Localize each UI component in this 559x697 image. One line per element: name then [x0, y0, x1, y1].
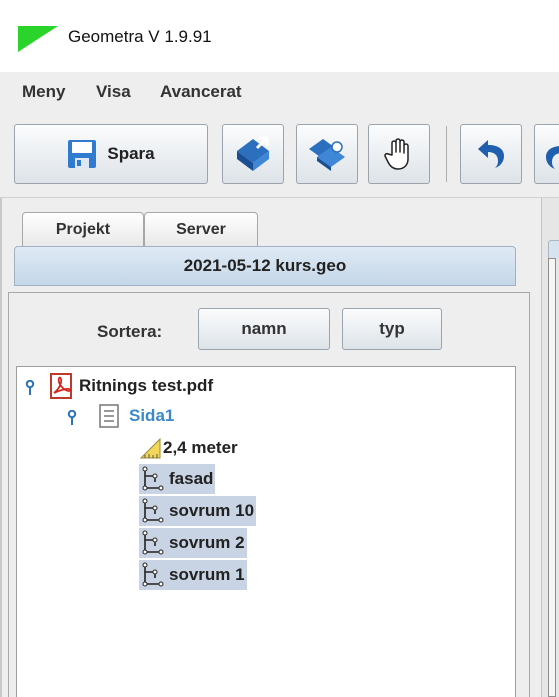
scale-ruler-icon	[139, 437, 161, 459]
tree-node-measurement-label: sovrum 1	[169, 565, 245, 584]
tree-node-measurement[interactable]: sovrum 2	[139, 528, 247, 558]
page-icon	[99, 404, 119, 428]
pan-button[interactable]	[368, 124, 430, 184]
import-icon	[237, 136, 269, 171]
sort-label: Sortera:	[97, 322, 163, 341]
tree-expand-handle-icon[interactable]	[25, 380, 35, 396]
drawing-tab-edge[interactable]	[548, 240, 559, 258]
split-pane-divider[interactable]	[541, 198, 559, 697]
window-title: Geometra V 1.9.91	[68, 27, 212, 46]
polyline-measure-icon	[142, 562, 164, 587]
app-logo-icon	[18, 26, 58, 52]
tree-node-measurement-label: fasad	[169, 469, 214, 488]
tree-node-measurement[interactable]: sovrum 1	[139, 560, 247, 590]
tab-projekt[interactable]: Projekt	[22, 212, 144, 246]
export-button[interactable]	[296, 124, 358, 184]
menu-avancerat[interactable]: Avancerat	[160, 82, 242, 102]
tree-node-document-label: Ritnings test.pdf	[79, 376, 214, 395]
tab-server[interactable]: Server	[144, 212, 258, 246]
save-button[interactable]: Spara	[14, 124, 208, 184]
pan-hand-icon	[384, 138, 409, 170]
import-button[interactable]	[222, 124, 284, 184]
sort-by-type-button[interactable]: typ	[342, 308, 442, 350]
toolbar: Spara	[0, 114, 559, 198]
toolbar-separator	[446, 126, 447, 182]
project-tree: Ritnings test.pdf Sida1 2,4 meter fasad …	[16, 366, 516, 697]
drawing-area-edge	[548, 258, 556, 697]
export-icon	[309, 139, 345, 171]
undo-button[interactable]	[460, 124, 522, 184]
polyline-measure-icon	[142, 498, 164, 523]
panel-border	[0, 198, 2, 697]
tree-node-page[interactable]: Sida1	[99, 401, 174, 431]
tree-node-measurement[interactable]: sovrum 10	[139, 496, 257, 526]
tree-node-measurement-label: sovrum 2	[169, 533, 245, 552]
redo-icon	[546, 146, 559, 169]
save-button-label: Spara	[107, 144, 155, 163]
undo-icon	[478, 140, 504, 168]
file-tab[interactable]: 2021-05-12 kurs.geo	[14, 246, 516, 286]
tree-node-scale[interactable]: 2,4 meter	[139, 433, 238, 463]
title-bar: Geometra V 1.9.91	[0, 0, 559, 72]
tree-node-page-label: Sida1	[129, 406, 175, 425]
pdf-icon	[50, 373, 72, 399]
tree-node-scale-label: 2,4 meter	[163, 438, 238, 457]
menu-bar: Meny Visa Avancerat	[0, 72, 559, 114]
sort-by-name-button[interactable]: namn	[198, 308, 330, 350]
tree-node-measurement[interactable]: fasad	[139, 464, 216, 494]
menu-meny[interactable]: Meny	[22, 82, 65, 102]
polyline-measure-icon	[142, 530, 164, 555]
redo-button[interactable]	[534, 124, 559, 184]
tree-node-measurement-label: sovrum 10	[169, 501, 255, 520]
polyline-measure-icon	[142, 466, 164, 491]
tree-node-document[interactable]: Ritnings test.pdf	[49, 371, 213, 401]
save-icon	[68, 140, 97, 168]
tree-expand-handle-icon[interactable]	[67, 410, 77, 426]
menu-visa[interactable]: Visa	[96, 82, 131, 102]
